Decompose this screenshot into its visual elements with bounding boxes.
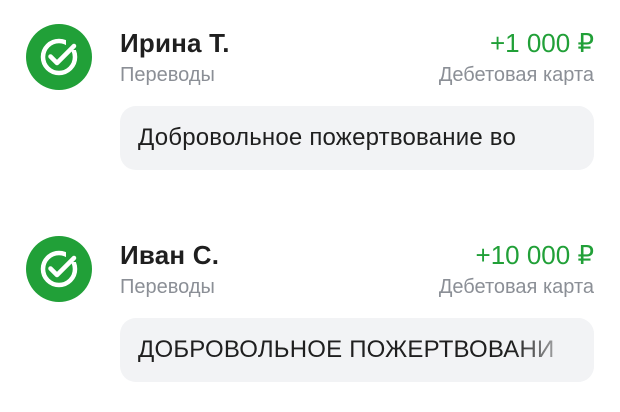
message-fade-overlay <box>514 318 594 382</box>
transaction-category: Переводы <box>120 64 215 86</box>
transfer-message-text: Добровольное пожертвование во <box>138 124 516 151</box>
sber-check-icon <box>26 236 92 302</box>
transaction-amount: +1 000 ₽ <box>489 28 594 58</box>
sender-name: Иван С. <box>120 240 220 270</box>
transaction-list: Ирина Т. Переводы +1 000 ₽ Дебетовая кар… <box>0 0 620 412</box>
transaction-item[interactable]: Иван С. Переводы +10 000 ₽ Дебетовая кар… <box>0 212 620 382</box>
sender-name: Ирина Т. <box>120 28 230 58</box>
message-fade-overlay <box>514 106 594 170</box>
transaction-item[interactable]: Ирина Т. Переводы +1 000 ₽ Дебетовая кар… <box>0 0 620 170</box>
account-type: Дебетовая карта <box>438 276 594 298</box>
transfer-message[interactable]: Добровольное пожертвование во <box>120 106 594 170</box>
transfer-message-text: ДОБРОВОЛЬНОЕ ПОЖЕРТВОВАНИ <box>138 336 555 363</box>
transaction-category: Переводы <box>120 276 215 298</box>
sber-check-icon <box>26 24 92 90</box>
transfer-message[interactable]: ДОБРОВОЛЬНОЕ ПОЖЕРТВОВАНИ <box>120 318 594 382</box>
transaction-amount: +10 000 ₽ <box>475 240 594 270</box>
account-type: Дебетовая карта <box>438 64 594 86</box>
